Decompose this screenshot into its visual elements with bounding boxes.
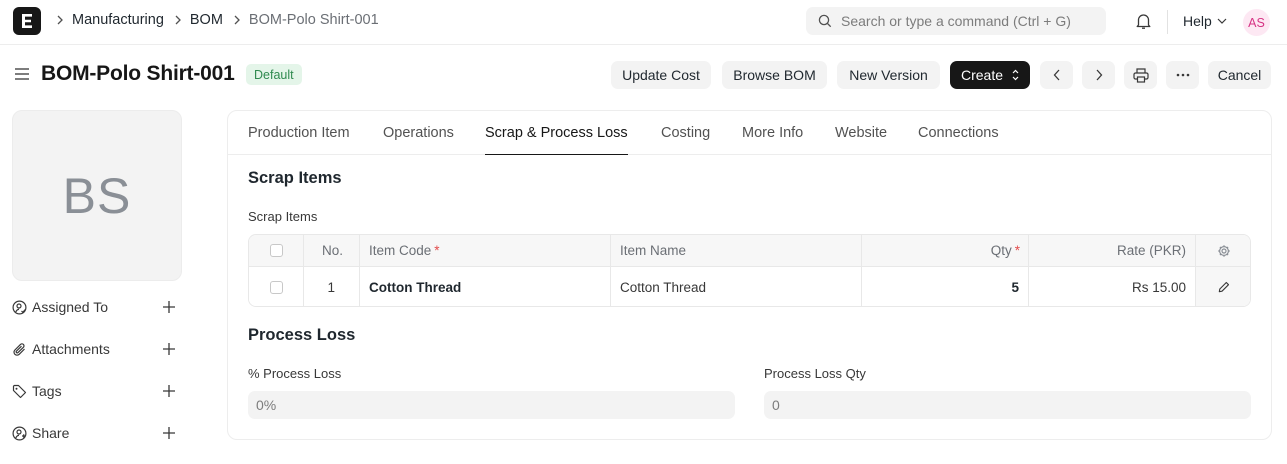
sidebar-item-label: Attachments — [32, 341, 110, 357]
document-image-placeholder[interactable]: BS — [12, 110, 182, 281]
header-item-code-label: Item Code — [369, 243, 432, 258]
logo-icon — [22, 14, 32, 28]
search-bar[interactable] — [806, 7, 1106, 35]
chevron-down-icon — [1217, 18, 1227, 24]
assign-icon — [12, 299, 28, 315]
tab-production-item[interactable]: Production Item — [248, 125, 350, 155]
scrap-items-section-title: Scrap Items — [248, 169, 342, 187]
chevron-right-icon — [1096, 69, 1102, 81]
form-card: Production Item Operations Scrap & Proce… — [227, 110, 1272, 440]
chevron-right-icon — [233, 15, 241, 25]
add-attachment-plus-icon[interactable] — [162, 342, 176, 359]
header-item-name: Item Name — [611, 235, 862, 266]
form-tabs: Production Item Operations Scrap & Proce… — [228, 111, 1271, 155]
process-loss-qty-label: Process Loss Qty — [764, 366, 866, 381]
new-version-button[interactable]: New Version — [837, 61, 940, 89]
cancel-button[interactable]: Cancel — [1208, 61, 1271, 89]
chevron-right-icon — [174, 15, 182, 25]
paperclip-icon — [12, 342, 28, 357]
sidebar-item-share[interactable]: Share — [12, 422, 182, 444]
header-qty-label: Qty — [990, 243, 1012, 258]
required-indicator: * — [1014, 243, 1020, 258]
column-settings[interactable] — [1196, 235, 1250, 266]
required-indicator: * — [434, 243, 440, 258]
breadcrumb-current[interactable]: BOM-Polo Shirt-001 — [249, 12, 379, 28]
process-loss-percent-label: % Process Loss — [248, 366, 342, 381]
row-checkbox[interactable] — [269, 280, 283, 294]
navbar: Manufacturing BOM BOM-Polo Shirt-001 Hel… — [0, 0, 1287, 45]
sidebar-toggle-icon[interactable] — [14, 67, 30, 84]
next-record-button[interactable] — [1082, 61, 1115, 89]
update-cost-button[interactable]: Update Cost — [611, 61, 711, 89]
row-rate[interactable]: Rs 15.00 — [1029, 267, 1196, 306]
help-label: Help — [1183, 13, 1212, 29]
sidebar-item-tags[interactable]: Tags — [12, 380, 182, 402]
tab-operations[interactable]: Operations — [383, 125, 454, 155]
process-loss-section-title: Process Loss — [248, 326, 356, 344]
search-icon — [818, 14, 832, 28]
add-tag-plus-icon[interactable] — [162, 384, 176, 401]
browse-bom-button[interactable]: Browse BOM — [722, 61, 827, 89]
sidebar-item-label: Share — [32, 425, 70, 441]
gear-icon — [1218, 244, 1230, 257]
add-share-plus-icon[interactable] — [162, 426, 176, 443]
add-assignee-plus-icon[interactable] — [162, 300, 176, 317]
app-logo[interactable] — [13, 7, 41, 35]
header-item-code: Item Code * — [360, 235, 611, 266]
breadcrumb-bom[interactable]: BOM — [190, 12, 223, 28]
share-icon — [12, 425, 28, 441]
process-loss-percent-field[interactable]: 0% — [248, 391, 735, 419]
status-badge: Default — [246, 64, 302, 85]
header-qty: Qty * — [862, 235, 1029, 266]
sidebar-item-attachments[interactable]: Attachments — [12, 338, 182, 360]
create-button-label: Create — [960, 67, 1004, 83]
help-dropdown[interactable]: Help — [1183, 13, 1227, 29]
more-horizontal-icon — [1176, 73, 1189, 77]
row-item-name[interactable]: Cotton Thread — [611, 267, 862, 306]
process-loss-qty-field[interactable]: 0 — [764, 391, 1251, 419]
row-select-cell — [249, 267, 304, 306]
tab-website[interactable]: Website — [835, 125, 887, 155]
navbar-divider — [1167, 10, 1168, 34]
row-no: 1 — [304, 267, 360, 306]
more-actions-button[interactable] — [1166, 61, 1199, 89]
sidebar-item-assigned-to[interactable]: Assigned To — [12, 296, 182, 318]
header-rate: Rate (PKR) — [1029, 235, 1196, 266]
print-button[interactable] — [1124, 61, 1157, 89]
table-row[interactable]: 1 Cotton Thread Cotton Thread 5 Rs 15.00 — [249, 267, 1250, 306]
select-arrows-icon — [1012, 69, 1019, 81]
pencil-icon — [1218, 281, 1230, 293]
page-title: BOM-Polo Shirt-001 — [41, 62, 235, 85]
chevron-right-icon — [56, 15, 64, 25]
row-item-code[interactable]: Cotton Thread — [360, 267, 611, 306]
notification-bell-icon[interactable] — [1135, 12, 1152, 33]
select-all-checkbox[interactable] — [269, 244, 283, 257]
tag-icon — [12, 384, 28, 399]
user-avatar[interactable]: AS — [1243, 9, 1270, 36]
scrap-items-table: No. Item Code * Item Name Qty * Rate (PKR)… — [248, 234, 1251, 307]
sidebar-item-label: Assigned To — [32, 299, 109, 315]
previous-record-button[interactable] — [1040, 61, 1073, 89]
table-header: No. Item Code * Item Name Qty * Rate (PKR) — [249, 235, 1250, 267]
printer-icon — [1132, 67, 1149, 83]
search-input[interactable] — [841, 13, 1091, 29]
header-select-cell — [249, 235, 304, 266]
breadcrumb-manufacturing[interactable]: Manufacturing — [72, 12, 164, 28]
row-edit-button[interactable] — [1196, 267, 1250, 306]
tab-connections[interactable]: Connections — [918, 125, 999, 155]
chevron-left-icon — [1053, 69, 1059, 81]
sidebar-item-label: Tags — [32, 383, 62, 399]
tab-scrap-process-loss[interactable]: Scrap & Process Loss — [485, 125, 628, 155]
tab-more-info[interactable]: More Info — [742, 125, 803, 155]
scrap-items-table-label: Scrap Items — [248, 209, 318, 224]
header-no: No. — [304, 235, 360, 266]
create-button[interactable]: Create — [950, 61, 1030, 89]
tab-costing[interactable]: Costing — [661, 125, 710, 155]
row-qty[interactable]: 5 — [862, 267, 1029, 306]
breadcrumb: Manufacturing BOM BOM-Polo Shirt-001 — [56, 12, 389, 28]
